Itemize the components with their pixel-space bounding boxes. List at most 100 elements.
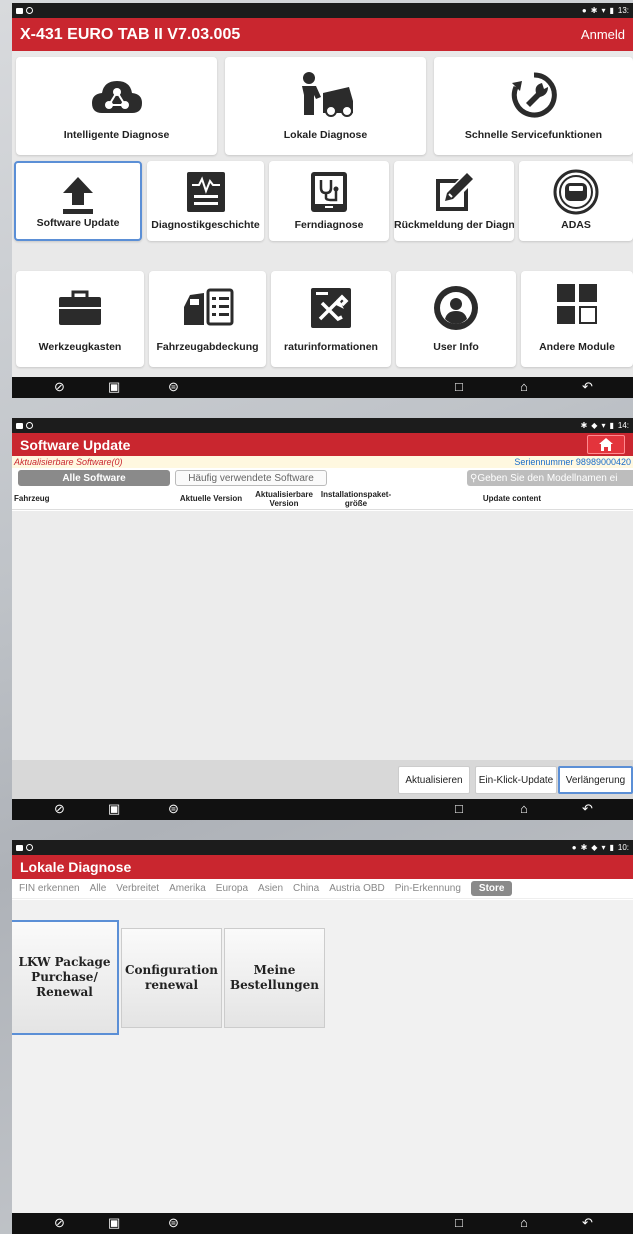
meine-bestellungen-button[interactable]: Meine Bestellungen bbox=[224, 928, 325, 1028]
tile-andere-module[interactable]: Andere Module bbox=[521, 271, 633, 367]
vci-icon[interactable]: ⊜ bbox=[168, 1216, 179, 1230]
browser-icon[interactable]: ⊘ bbox=[54, 802, 65, 816]
status-bar: ● ✱ ▾ ▮ 13: bbox=[12, 3, 633, 18]
tab-alle[interactable]: Alle bbox=[90, 883, 107, 894]
col-update-content: Update content bbox=[482, 494, 542, 503]
store-button-label: Meine Bestellungen bbox=[229, 963, 320, 992]
tab-asien[interactable]: Asien bbox=[258, 883, 283, 894]
data-icon: ◆ bbox=[591, 421, 598, 430]
tab-pin-erkennung[interactable]: Pin-Erkennung bbox=[395, 883, 461, 894]
app-title: X-431 EURO TAB II V7.03.005 bbox=[20, 25, 241, 43]
user-circle-icon bbox=[434, 286, 478, 330]
tab-all-software[interactable]: Alle Software bbox=[18, 470, 170, 486]
wifi-icon: ▾ bbox=[601, 6, 606, 15]
recent-apps-icon[interactable]: □ bbox=[455, 380, 463, 394]
location-icon: ● bbox=[571, 843, 577, 852]
wifi-icon: ▾ bbox=[601, 843, 606, 852]
tile-software-update[interactable]: Software Update bbox=[14, 161, 142, 241]
tile-reparaturinformationen[interactable]: raturinformationen bbox=[271, 271, 391, 367]
tile-label: Werkzeugkasten bbox=[38, 341, 122, 353]
tile-label: Ferndiagnose bbox=[294, 219, 364, 231]
wrench-circle-icon bbox=[511, 72, 557, 118]
sync-icon bbox=[26, 422, 33, 429]
tile-rueckmeldung[interactable]: Rückmeldung der Diagn bbox=[394, 161, 514, 241]
status-time: 13: bbox=[617, 6, 629, 15]
home-button[interactable] bbox=[587, 435, 625, 454]
serial-number: Seriennummer 98989000420 bbox=[514, 457, 631, 467]
tile-fahrzeugabdeckung[interactable]: Fahrzeugabdeckung bbox=[149, 271, 266, 367]
history-waveform-icon bbox=[186, 172, 225, 212]
notification-icon bbox=[16, 422, 23, 429]
modules-grid-icon bbox=[557, 284, 597, 324]
tab-europa[interactable]: Europa bbox=[216, 883, 248, 894]
action-bar: Aktualisieren Ein-Klick-Update Verlänger… bbox=[12, 760, 633, 799]
tile-ferndiagnose[interactable]: Ferndiagnose bbox=[269, 161, 389, 241]
tab-china[interactable]: China bbox=[293, 883, 319, 894]
back-icon[interactable]: ↶ bbox=[582, 380, 593, 394]
home-icon[interactable]: ⌂ bbox=[520, 802, 528, 816]
login-link[interactable]: Anmeld bbox=[581, 27, 625, 42]
home-icon bbox=[599, 438, 613, 451]
gallery-icon[interactable]: ▣ bbox=[108, 380, 120, 394]
software-update-screen: ✱ ◆ ▾ ▮ 14: Software Update Aktualisierbare … bbox=[12, 418, 633, 820]
tab-store[interactable]: Store bbox=[470, 881, 513, 896]
back-icon[interactable]: ↶ bbox=[582, 1216, 593, 1230]
gallery-icon[interactable]: ▣ bbox=[108, 802, 120, 816]
tile-werkzeugkasten[interactable]: Werkzeugkasten bbox=[16, 271, 144, 367]
search-placeholder: Geben Sie den Modellnamen ei bbox=[477, 472, 618, 484]
vci-icon[interactable]: ⊜ bbox=[168, 380, 179, 394]
bluetooth-icon: ✱ bbox=[580, 843, 588, 852]
store-content: LKW Package Purchase/ Renewal Configurat… bbox=[12, 900, 633, 1213]
updatable-count: Aktualisierbare Software(0) bbox=[14, 457, 123, 467]
tab-frequent-software[interactable]: Häufig verwendete Software bbox=[175, 470, 327, 486]
battery-icon: ▮ bbox=[609, 421, 614, 430]
tile-adas[interactable]: ADAS bbox=[519, 161, 633, 241]
store-button-label: Configuration renewal bbox=[124, 963, 219, 992]
tile-label: Lokale Diagnose bbox=[283, 129, 368, 141]
refresh-button[interactable]: Aktualisieren bbox=[398, 766, 470, 794]
renew-button[interactable]: Verlängerung bbox=[558, 766, 633, 794]
android-nav-bar: ⊘ ▣ ⊜ □ ⌂ ↶ bbox=[12, 799, 633, 820]
page-title-bar: Software Update bbox=[12, 433, 633, 456]
tile-intelligente-diagnose[interactable]: Intelligente Diagnose bbox=[16, 57, 217, 155]
tile-label: Fahrzeugabdeckung bbox=[156, 341, 259, 353]
home-icon[interactable]: ⌂ bbox=[520, 380, 528, 394]
one-click-update-button[interactable]: Ein-Klick-Update bbox=[475, 766, 557, 794]
tab-fin-erkennen[interactable]: FIN erkennen bbox=[19, 883, 80, 894]
android-nav-bar: ⊘ ▣ ⊜ □ ⌂ ↶ bbox=[12, 377, 633, 398]
recent-apps-icon[interactable]: □ bbox=[455, 802, 463, 816]
browser-icon[interactable]: ⊘ bbox=[54, 1216, 65, 1230]
tab-verbreitet[interactable]: Verbreitet bbox=[116, 883, 159, 894]
tile-schnelle-servicefunktionen[interactable]: Schnelle Servicefunktionen bbox=[434, 57, 633, 155]
browser-icon[interactable]: ⊘ bbox=[54, 380, 65, 394]
tile-user-info[interactable]: User Info bbox=[396, 271, 516, 367]
lkw-package-purchase-button[interactable]: LKW Package Purchase/ Renewal bbox=[12, 920, 119, 1035]
upload-arrow-icon bbox=[63, 177, 93, 214]
model-search-input[interactable]: ⚲ Geben Sie den Modellnamen ei bbox=[467, 470, 633, 486]
page-title-bar: Lokale Diagnose bbox=[12, 855, 633, 879]
location-icon: ● bbox=[581, 6, 587, 15]
tile-label: ADAS bbox=[561, 219, 591, 231]
home-icon[interactable]: ⌂ bbox=[520, 1216, 528, 1230]
status-time: 14: bbox=[617, 421, 629, 430]
tab-amerika[interactable]: Amerika bbox=[169, 883, 206, 894]
data-icon: ◆ bbox=[591, 843, 598, 852]
software-table-header: Fahrzeug Aktuelle Version Aktualisierbar… bbox=[12, 488, 633, 510]
recent-apps-icon[interactable]: □ bbox=[455, 1216, 463, 1230]
configuration-renewal-button[interactable]: Configuration renewal bbox=[121, 928, 222, 1028]
tile-lokale-diagnose[interactable]: Lokale Diagnose bbox=[225, 57, 426, 155]
adas-car-radar-icon bbox=[553, 169, 599, 215]
tile-label: Andere Module bbox=[539, 341, 615, 353]
vci-icon[interactable]: ⊜ bbox=[168, 802, 179, 816]
back-icon[interactable]: ↶ bbox=[582, 802, 593, 816]
gallery-icon[interactable]: ▣ bbox=[108, 1216, 120, 1230]
cloud-diagnose-icon bbox=[91, 81, 142, 113]
search-icon: ⚲ bbox=[470, 472, 478, 484]
sync-icon bbox=[26, 844, 33, 851]
tile-diagnostikgeschichte[interactable]: Diagnostikgeschichte bbox=[147, 161, 264, 241]
local-diagnose-store-screen: ● ✱ ◆ ▾ ▮ 10: Lokale Diagnose FIN erkennen Al… bbox=[12, 840, 633, 1234]
wifi-icon: ▾ bbox=[601, 421, 606, 430]
tab-austria-obd[interactable]: Austria OBD bbox=[329, 883, 385, 894]
battery-icon: ▮ bbox=[609, 6, 614, 15]
tile-label: Intelligente Diagnose bbox=[63, 129, 170, 141]
